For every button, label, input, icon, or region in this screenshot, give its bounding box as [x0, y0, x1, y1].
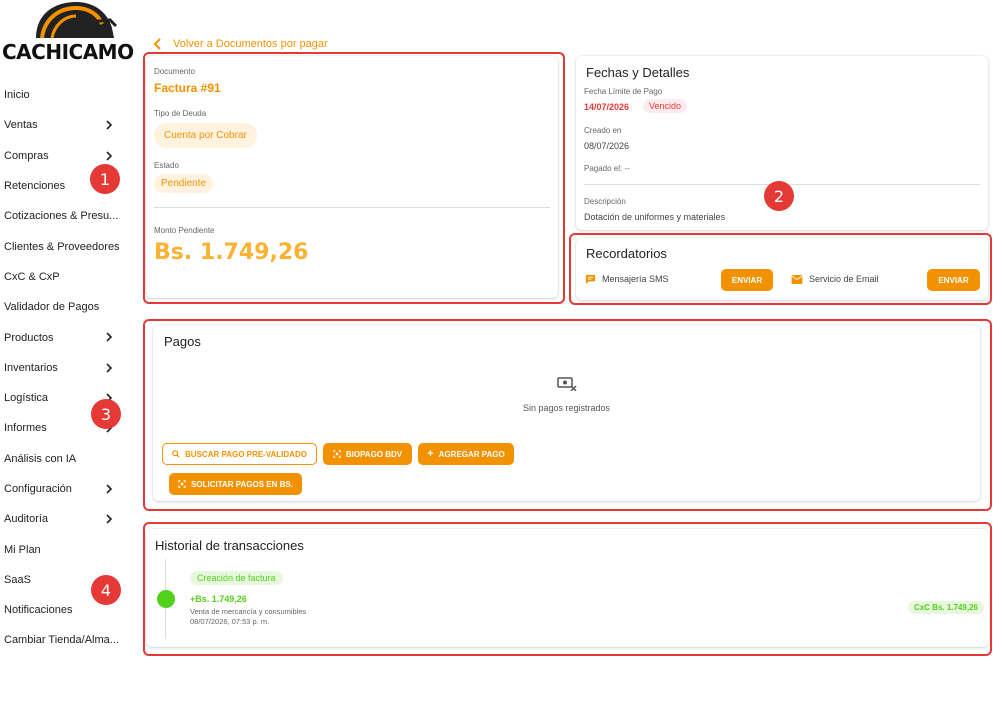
sidebar-item-label: Inventarios [4, 361, 58, 374]
marker-4: 4 [91, 575, 121, 605]
request-payments-label: SOLICITAR PAGOS EN BS. [191, 479, 293, 489]
details-title: Fechas y Detalles [586, 65, 690, 80]
chevron-right-icon [106, 514, 113, 524]
marker-1: 1 [90, 164, 120, 194]
marker-2: 2 [764, 181, 794, 211]
back-link[interactable]: Volver a Documentos por pagar [153, 38, 328, 50]
main-content: Volver a Documentos por pagar Documento … [140, 0, 1000, 708]
sidebar-item[interactable]: Configuración [0, 474, 128, 504]
event-description: Venta de mercancía y consumibles [190, 607, 307, 616]
no-payment-icon [557, 377, 577, 391]
sidebar-item-label: Notificaciones [4, 604, 73, 617]
pending-amount: Bs. 1.749,26 [154, 240, 309, 265]
sidebar-item-label: CxC & CxP [4, 270, 60, 283]
email-icon [791, 275, 803, 284]
chevron-right-icon [106, 484, 113, 494]
sidebar-item[interactable]: Cotizaciones & Presu... [0, 201, 128, 231]
add-payment-label: AGREGAR PAGO [438, 449, 505, 459]
sidebar-item-label: Compras [4, 149, 49, 162]
sidebar-item[interactable]: Productos [0, 322, 128, 352]
sidebar-item[interactable]: Análisis con IA [0, 444, 128, 474]
sidebar-item[interactable]: Inicio [0, 80, 128, 110]
sidebar-item-label: Inicio [4, 89, 30, 102]
payments-title: Pagos [164, 334, 201, 349]
created-label: Creado en [584, 126, 622, 135]
state-label: Estado [154, 161, 179, 170]
biopago-label: BIOPAGO BDV [345, 449, 403, 459]
marker-3: 3 [91, 399, 121, 429]
chevron-right-icon [106, 363, 113, 373]
email-label: Servicio de Email [809, 274, 879, 284]
sidebar-item[interactable]: Ventas [0, 110, 128, 140]
reminders-card: Recordatorios Mensajería SMS ENVIAR Serv… [576, 238, 988, 300]
sidebar-item-label: Ventas [4, 119, 38, 132]
state-pill: Pendiente [154, 174, 214, 193]
scan-icon [333, 450, 341, 458]
overdue-badge: Vencido [643, 99, 688, 113]
document-label: Documento [154, 67, 195, 76]
sidebar-item-label: Retenciones [4, 180, 66, 193]
add-payment-button[interactable]: + AGREGAR PAGO [418, 443, 514, 465]
divider [154, 207, 550, 208]
scan-icon [178, 480, 186, 488]
created-date: 08/07/2026 [584, 141, 630, 151]
event-balance-badge: CxC Bs. 1.749,26 [907, 601, 984, 614]
send-email-button[interactable]: ENVIAR [927, 269, 980, 291]
chevron-right-icon [106, 332, 113, 342]
chevron-right-icon [106, 151, 113, 161]
plus-icon: + [427, 448, 434, 460]
sidebar-item-label: Clientes & Proveedores [4, 240, 120, 253]
sms-icon [585, 274, 596, 285]
sidebar-item-label: Auditoría [4, 513, 49, 526]
armadillo-logo-icon [36, 2, 118, 38]
sidebar-item-label: Productos [4, 331, 54, 344]
sidebar-item[interactable]: Mi Plan [0, 534, 128, 564]
biopago-button[interactable]: BIOPAGO BDV [323, 443, 412, 465]
sidebar-item-label: SaaS [4, 573, 31, 586]
sidebar-item[interactable]: Inventarios [0, 353, 128, 383]
description-label: Descripción [584, 197, 626, 206]
document-card: Documento Factura #91 Tipo de Deuda Cuen… [146, 56, 558, 298]
search-prevalidated-label: BUSCAR PAGO PRE-VALIDADO [185, 449, 307, 459]
debt-type-label: Tipo de Deuda [154, 109, 207, 118]
history-title: Historial de transacciones [155, 538, 304, 553]
description-value: Dotación de uniformes y materiales [584, 212, 726, 222]
search-icon [172, 450, 180, 458]
search-prevalidated-button[interactable]: BUSCAR PAGO PRE-VALIDADO [162, 443, 317, 465]
sidebar-item[interactable]: Clientes & Proveedores [0, 231, 128, 261]
due-date: 14/07/2026 [584, 102, 630, 112]
request-payments-button[interactable]: SOLICITAR PAGOS EN BS. [169, 473, 302, 495]
timeline-dot [157, 590, 175, 608]
sidebar-item-label: Cambiar Tienda/Alma... [4, 634, 119, 647]
sidebar-item-label: Análisis con IA [4, 452, 77, 465]
sidebar-item-label: Configuración [4, 483, 72, 495]
sidebar-item-label: Validador de Pagos [4, 301, 100, 314]
empty-payments-text: Sin pagos registrados [522, 403, 611, 413]
sidebar-item-label: Informes [4, 422, 47, 435]
event-tag: Creación de factura [190, 571, 283, 585]
event-amount: +Bs. 1.749,26 [190, 594, 247, 604]
sidebar-item[interactable]: CxC & CxP [0, 262, 128, 292]
sms-label: Mensajería SMS [602, 274, 669, 284]
send-sms-button[interactable]: ENVIAR [721, 269, 773, 291]
history-card: Historial de transacciones Creación de f… [146, 529, 989, 647]
sidebar-item[interactable]: Validador de Pagos [0, 292, 128, 322]
amount-label: Monto Pendiente [154, 226, 215, 235]
sidebar-item-label: Cotizaciones & Presu... [4, 210, 119, 223]
sidebar-item[interactable]: Cambiar Tienda/Alma... [0, 625, 128, 655]
debt-type-pill: Cuenta por Cobrar [154, 123, 257, 148]
reminders-title: Recordatorios [586, 246, 667, 261]
due-date-label: Fecha Límite de Pago [584, 87, 663, 96]
brand-name: CACHICAMO [2, 40, 134, 64]
back-link-label: Volver a Documentos por pagar [173, 38, 328, 50]
sidebar-item-label: Logística [4, 392, 49, 405]
document-title: Factura #91 [154, 81, 221, 95]
paid-label: Pagado el: -- [584, 164, 630, 173]
sidebar-item-label: Mi Plan [4, 543, 41, 556]
event-date: 08/07/2026, 07:53 p. m. [190, 617, 270, 626]
sidebar-item[interactable]: Auditoría [0, 504, 128, 534]
payments-card: Pagos Sin pagos registrados BUSCAR PAGO … [153, 325, 980, 501]
chevron-right-icon [106, 120, 113, 130]
chevron-left-icon [153, 38, 161, 50]
